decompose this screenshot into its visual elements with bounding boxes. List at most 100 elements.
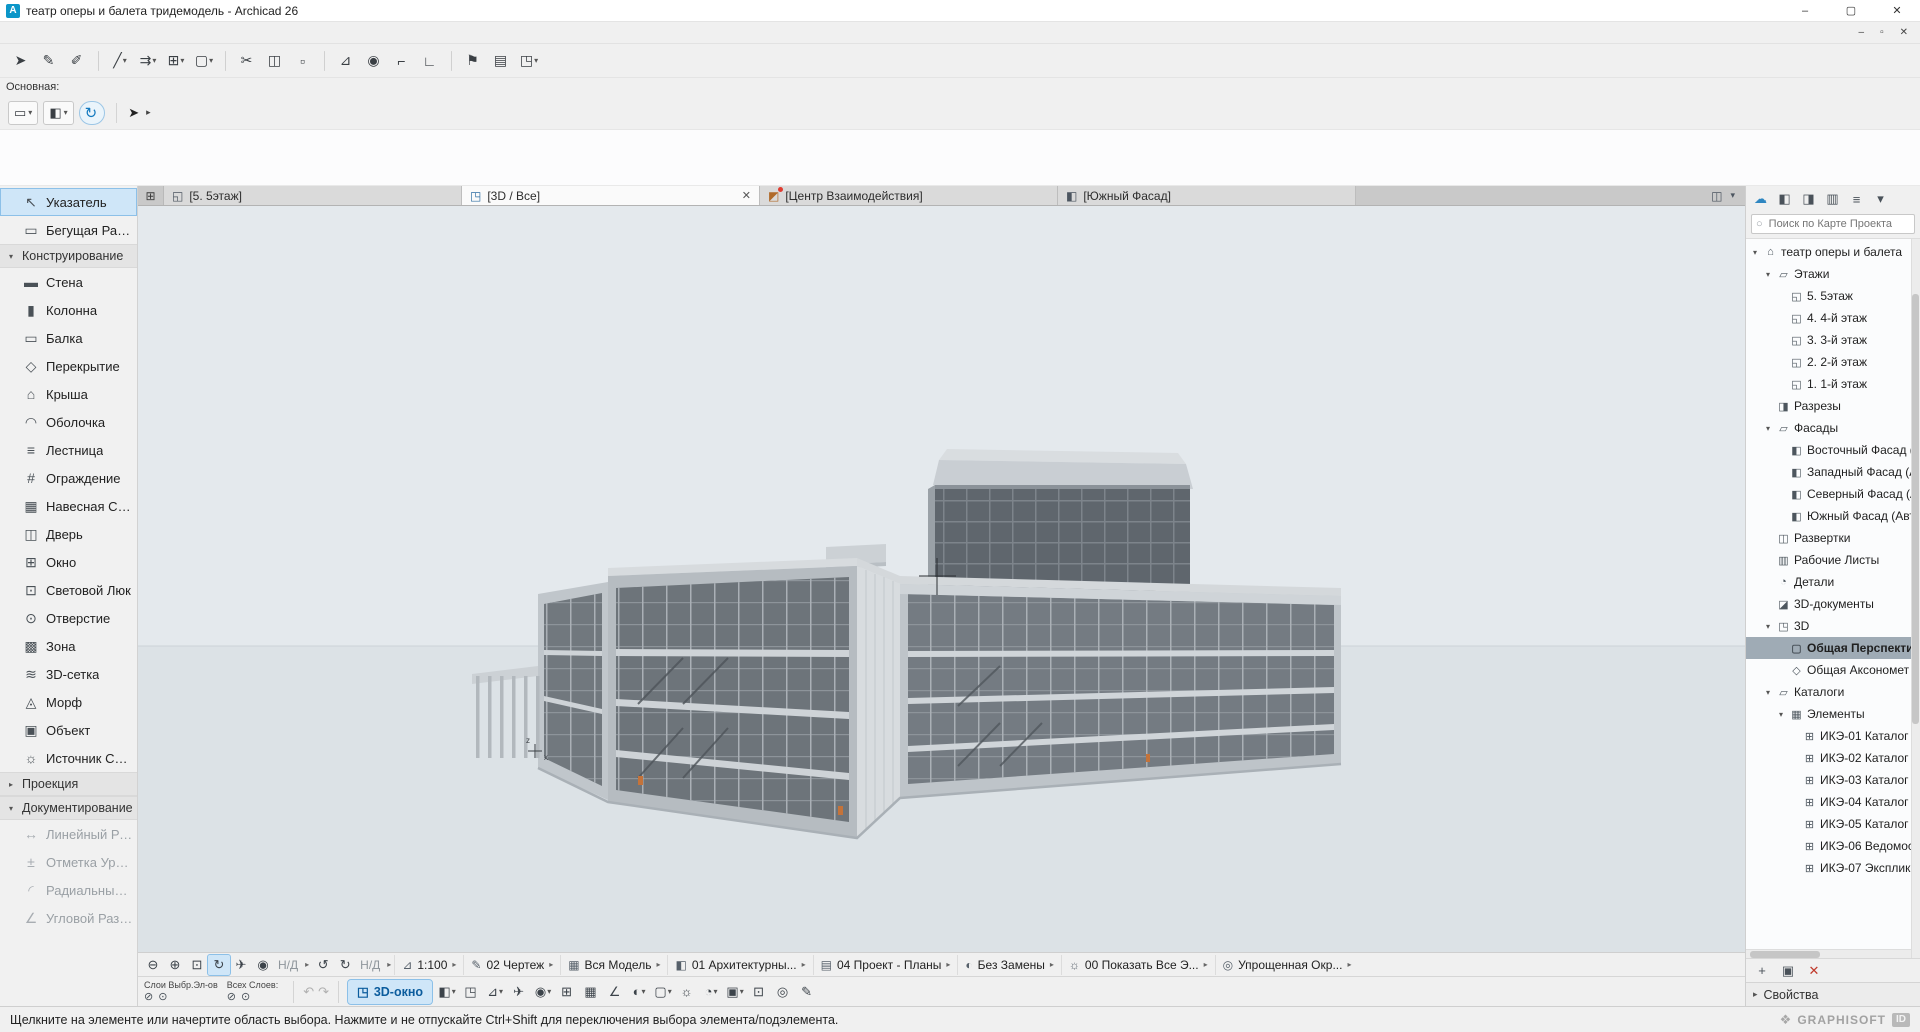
tree-item[interactable]: ⊞ ИКЭ-02 Каталог В <box>1746 747 1920 769</box>
tool-level-dimension[interactable]: ± Отметка Уро... <box>0 848 137 876</box>
pointer-mode-icon[interactable]: ➤ <box>128 105 139 121</box>
tree-item[interactable]: ⊞ ИКЭ-05 Каталог С <box>1746 813 1920 835</box>
tool-angle-dimension[interactable]: ∠ Угловой Разм... <box>0 904 137 932</box>
environment-dropdown[interactable]: ◎ Упрощенная Окр... ▸ <box>1215 955 1359 975</box>
axonometry-icon[interactable]: ◳ <box>459 980 483 1004</box>
tree-caret-icon[interactable]: ▾ <box>1763 270 1773 279</box>
tool-door[interactable]: ◫ Дверь <box>0 520 137 548</box>
tool-railing[interactable]: # Ограждение <box>0 464 137 492</box>
redo-view-icon[interactable]: ↷ <box>318 984 329 1000</box>
viewport-3d[interactable]: z x <box>138 206 1745 952</box>
tool-shell[interactable]: ◠ Оболочка <box>0 408 137 436</box>
tree-item[interactable]: ◨ Разрезы <box>1746 395 1920 417</box>
tree-item[interactable]: ⊞ ИКЭ-01 Каталог С <box>1746 725 1920 747</box>
tree-item[interactable]: ▾ ▱ Фасады <box>1746 417 1920 439</box>
hide-selected-layers-icon[interactable]: ⊘ <box>144 991 153 1004</box>
snapshot-icon[interactable]: ⊡ <box>747 980 771 1004</box>
layer-combination-dropdown[interactable]: ◧ 01 Архитектурны... ▸ <box>667 955 812 975</box>
doc-close-icon[interactable]: ✕ <box>1900 27 1908 38</box>
renovation-filter-dropdown[interactable]: ☼ 00 Показать Все Э... ▸ <box>1061 955 1215 975</box>
sun-settings-icon[interactable]: ☼ <box>675 980 699 1004</box>
section-documentation[interactable]: ▾ Документирование <box>0 796 137 820</box>
show-all-layers-icon[interactable]: ⊙ <box>241 991 250 1004</box>
delete-viewpoint-button[interactable]: ✕ <box>1806 963 1822 979</box>
hide-all-layers-icon[interactable]: ⊘ <box>227 991 236 1004</box>
tree-item[interactable]: ◧ Западный Фасад (А <box>1746 461 1920 483</box>
tree-caret-icon[interactable]: ▾ <box>1763 622 1773 631</box>
tree-caret-icon[interactable]: ▾ <box>1776 710 1786 719</box>
tool-pointer[interactable]: ↖ Указатель <box>0 188 137 216</box>
tree-item[interactable]: ▾ ▱ Каталоги <box>1746 681 1920 703</box>
tool-opening[interactable]: ⊙ Отверстие <box>0 604 137 632</box>
navigator-caret-icon[interactable]: ▾ <box>1871 190 1890 209</box>
toolbar-button[interactable] <box>324 51 325 71</box>
orbit-button[interactable]: ↻ <box>79 101 106 125</box>
zoom-out-icon[interactable]: ⊖ <box>142 955 164 975</box>
tab-floor-5[interactable]: ◱ [5. 5этаж] <box>164 186 462 205</box>
layout-book-icon[interactable]: ▥ <box>1823 190 1842 209</box>
view-mode-icon[interactable]: ◧▾ <box>435 980 459 1004</box>
tool-marquee[interactable]: ▭ Бегущая Рамка <box>0 216 137 244</box>
project-map-search[interactable]: ○ <box>1751 214 1915 234</box>
tree-item[interactable]: ◱ 5. 5этаж <box>1746 285 1920 307</box>
scrollbar-thumb[interactable] <box>1750 951 1820 958</box>
tree-item[interactable]: ◫ Развертки <box>1746 527 1920 549</box>
line-tool-icon[interactable]: ╱▾ <box>107 48 133 74</box>
tree-item[interactable]: ◧ Южный Фасад (Авт <box>1746 505 1920 527</box>
window-maximize-button[interactable]: ▢ <box>1828 0 1874 21</box>
tree-caret-icon[interactable]: ▾ <box>1750 248 1760 257</box>
tree-item[interactable]: ⊞ ИКЭ-06 Ведомос <box>1746 835 1920 857</box>
pencil-tool-icon[interactable]: ✎ <box>36 48 62 74</box>
tree-item[interactable]: ⊞ ИКЭ-04 Каталог С <box>1746 791 1920 813</box>
clone-folder-button[interactable]: ▣ <box>1780 963 1796 979</box>
tool-beam[interactable]: ▭ Балка <box>0 324 137 352</box>
vertical-scrollbar[interactable] <box>1911 239 1920 958</box>
graphic-override-dropdown[interactable]: ◐ Без Замены ▸ <box>957 955 1060 975</box>
tool-object[interactable]: ▣ Объект <box>0 716 137 744</box>
doc-restore-icon[interactable]: ▫ <box>1880 27 1884 38</box>
render-icon[interactable]: ◎ <box>771 980 795 1004</box>
pointer-caret-icon[interactable]: ▸ <box>146 107 151 118</box>
tree-item[interactable]: ▾ ◳ 3D <box>1746 615 1920 637</box>
favorites-flag-icon[interactable]: ⚑ <box>460 48 486 74</box>
offset-tool-icon[interactable]: ⇉▾ <box>135 48 161 74</box>
undo-view-icon[interactable]: ↶ <box>303 984 314 1000</box>
toolbar-button[interactable] <box>225 51 226 71</box>
tab-3d-all[interactable]: ◳ [3D / Все] ✕ <box>462 186 760 205</box>
selection-mode-button[interactable]: ◧▾ <box>43 101 73 125</box>
pen-tool-icon[interactable]: ✐ <box>64 48 90 74</box>
tool-roof[interactable]: ⌂ Крыша <box>0 380 137 408</box>
3d-window-button[interactable]: ◳ 3D-окно <box>348 980 432 1004</box>
projection-icon[interactable]: ⊿▾ <box>483 980 507 1004</box>
shadows-icon[interactable]: ◔▾ <box>699 980 723 1004</box>
zoom-in-icon[interactable]: ⊕ <box>164 955 186 975</box>
tool-column[interactable]: ▮ Колонна <box>0 296 137 324</box>
camera-icon[interactable]: ▣▾ <box>723 980 747 1004</box>
tree-item[interactable]: ◧ Восточный Фасад ( <box>1746 439 1920 461</box>
tree-item[interactable]: ▾ ▱ Этажи <box>1746 263 1920 285</box>
tree-item[interactable]: ▾ ⌂ театр оперы и балета <box>1746 241 1920 263</box>
window-minimize-button[interactable]: – <box>1782 0 1828 21</box>
graphisoft-id-badge[interactable]: ID <box>1892 1013 1910 1027</box>
tool-morph[interactable]: ◬ Морф <box>0 688 137 716</box>
show-selected-layers-icon[interactable]: ⊙ <box>158 991 167 1004</box>
tool-radial-dimension[interactable]: ◜ Радиальный ... <box>0 876 137 904</box>
marquee-mode-button[interactable]: ▭▾ <box>8 101 38 125</box>
tool-slab[interactable]: ◇ Перекрытие <box>0 352 137 380</box>
project-map-icon[interactable]: ◧ <box>1775 190 1794 209</box>
tab-interaction-center[interactable]: ◩ [Центр Взаимодействия] <box>760 186 1058 205</box>
tool-light[interactable]: ☼ Источник Света <box>0 744 137 772</box>
search-input[interactable] <box>1767 217 1910 231</box>
zoom-window-icon[interactable]: ◉ <box>252 955 274 975</box>
tree-item[interactable]: ◇ Общая Аксономет <box>1746 659 1920 681</box>
tree-item[interactable]: ◱ 4. 4-й этаж <box>1746 307 1920 329</box>
tree-item[interactable]: ⊞ ИКЭ-07 Эксплика <box>1746 857 1920 879</box>
tool-window[interactable]: ⊞ Окно <box>0 548 137 576</box>
trim-tool-icon[interactable]: ▫ <box>290 48 316 74</box>
tree-item[interactable]: ◔ Детали <box>1746 571 1920 593</box>
add-viewpoint-button[interactable]: + <box>1754 963 1770 978</box>
navigator-menu-icon[interactable]: ≡ <box>1847 190 1866 209</box>
orbit-icon[interactable]: ↻ <box>208 955 230 975</box>
look-to-icon[interactable]: ◉▾ <box>531 980 555 1004</box>
model-filter-dropdown[interactable]: ▦ Вся Модель ▸ <box>560 955 667 975</box>
